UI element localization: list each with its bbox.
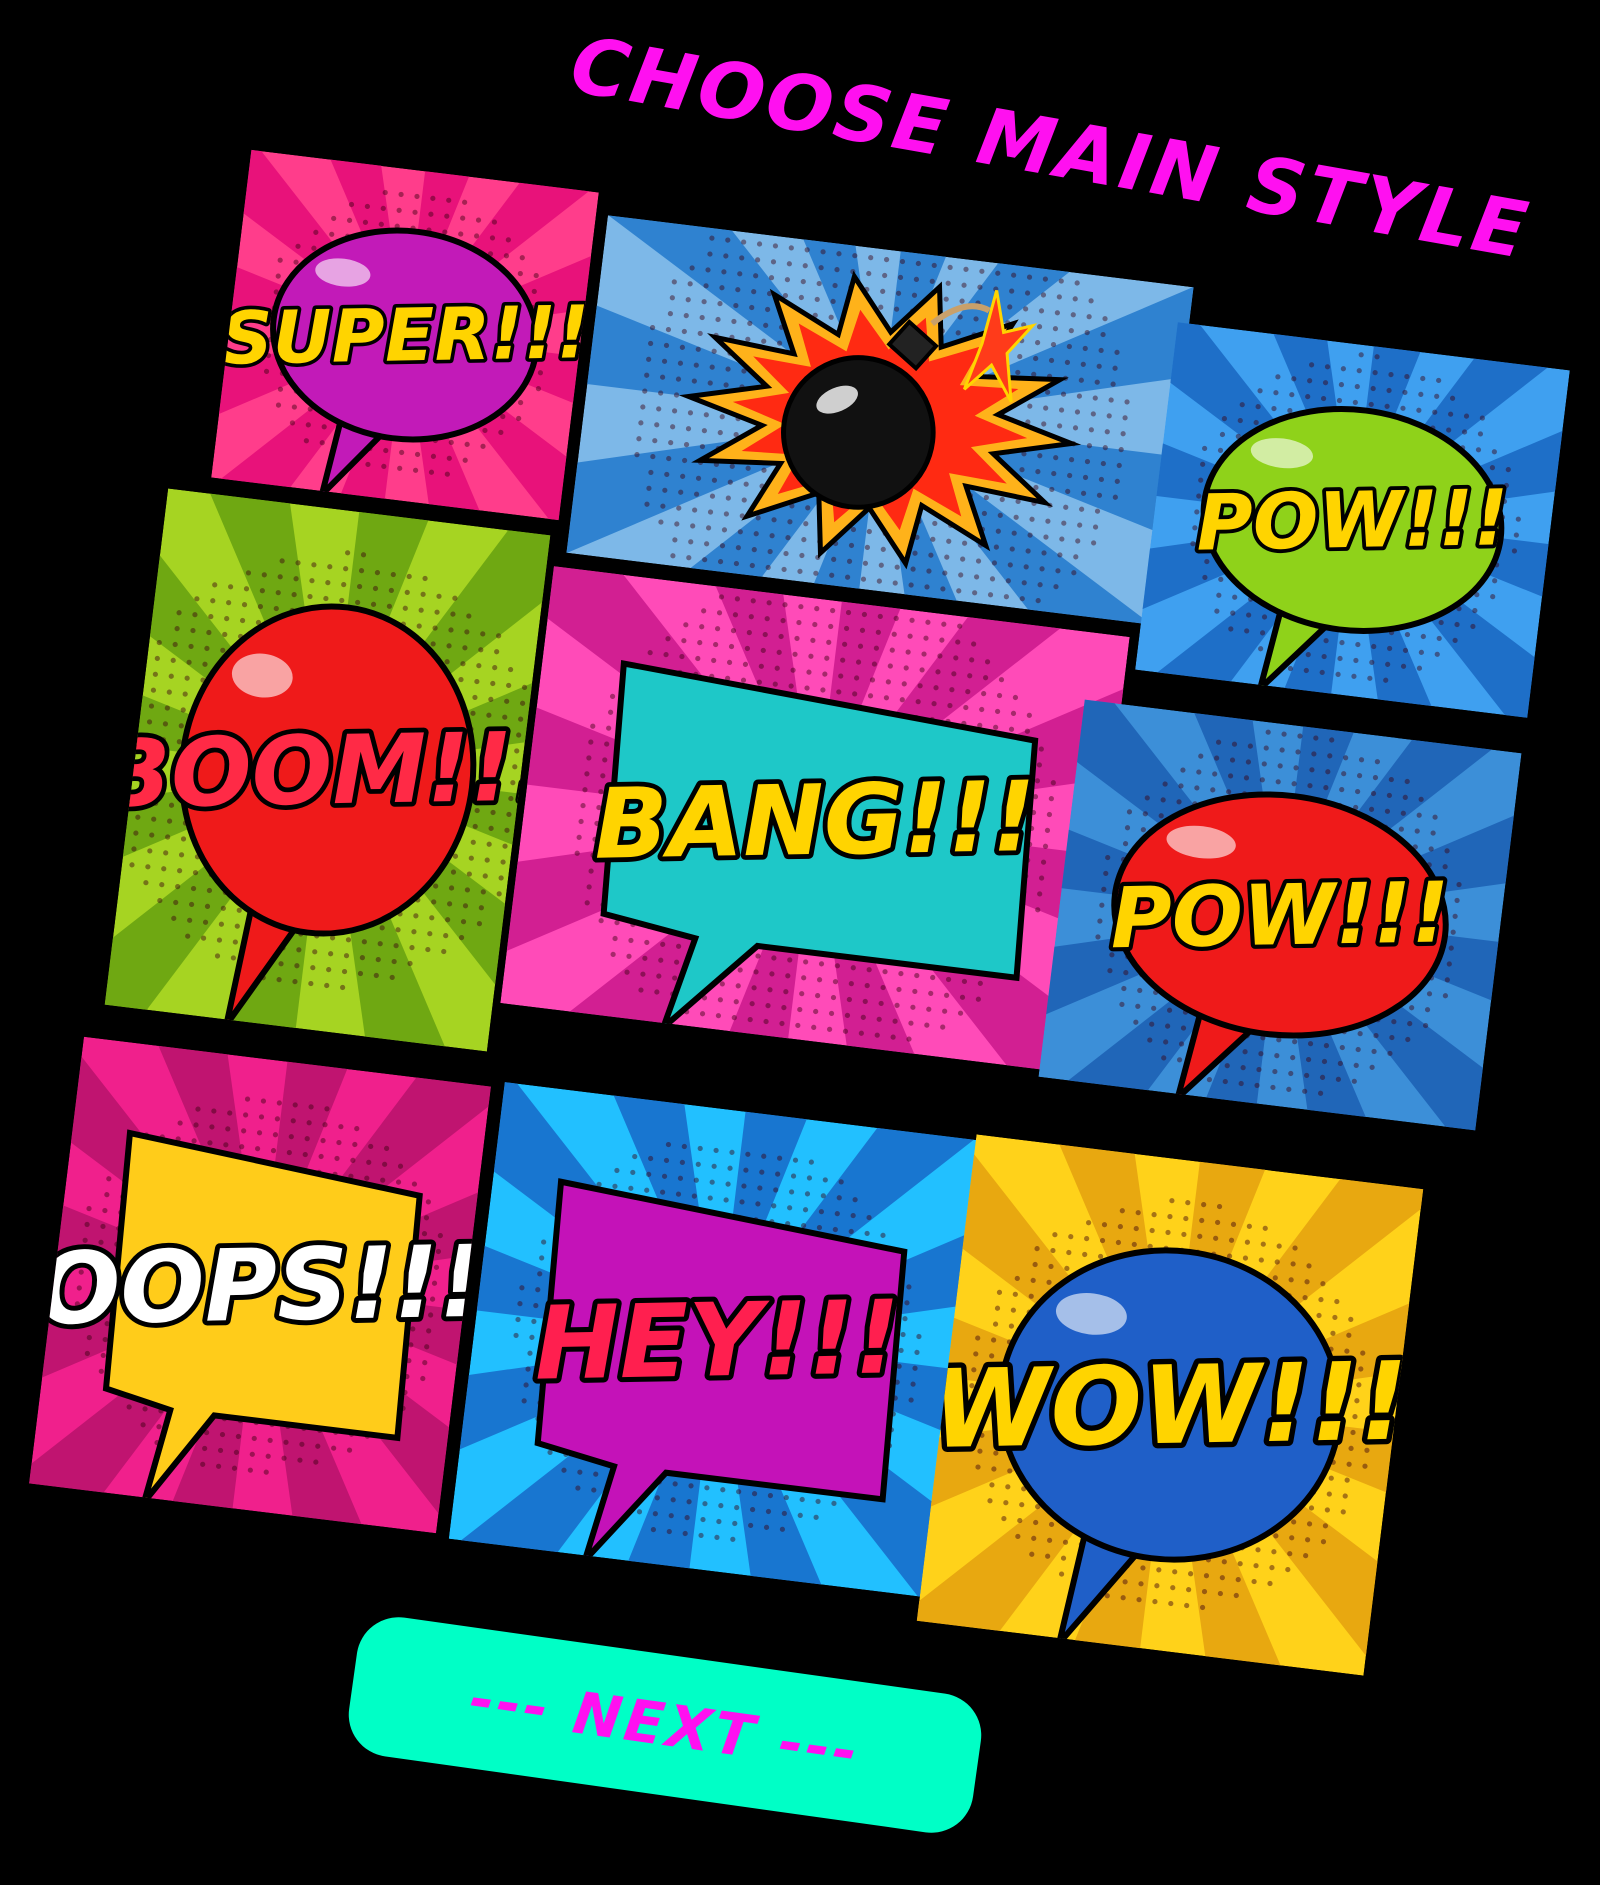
panel-art: SUPER!!! [211, 149, 599, 521]
panel-word: WOW!!! [930, 1340, 1409, 1473]
panel-art: POW!!! [1038, 699, 1522, 1131]
style-panel-super[interactable]: SUPER!!! [211, 149, 599, 521]
panel-art: BANG!!! [500, 566, 1130, 1074]
panel-word: BOOM!!! [105, 712, 551, 830]
panel-art [566, 215, 1194, 625]
style-panel-bomb[interactable] [566, 215, 1194, 625]
style-panel-pow-splash[interactable]: POW!!! [1135, 322, 1570, 718]
panel-art: BOOM!!! [104, 488, 551, 1052]
style-panel-wow[interactable]: WOW!!! [916, 1134, 1424, 1676]
style-panel-bang[interactable]: BANG!!! [500, 566, 1130, 1074]
panel-word: POW!!! [1196, 474, 1510, 568]
style-panel-pow-cloud[interactable]: POW!!! [1038, 699, 1522, 1131]
panel-art: POW!!! [1135, 322, 1570, 718]
panel-word: SUPER!!! [220, 291, 591, 381]
panel-word: OOPS!!! [35, 1225, 485, 1348]
next-button[interactable]: --- NEXT --- [343, 1611, 987, 1839]
style-panel-boom[interactable]: BOOM!!! [104, 488, 551, 1052]
panel-word: HEY!!! [534, 1278, 902, 1402]
panel-word: BANG!!! [593, 760, 1036, 881]
style-panel-oops[interactable]: OOPS!!! [29, 1036, 491, 1534]
panel-art: HEY!!! [448, 1082, 987, 1598]
next-button-label: --- NEXT --- [465, 1663, 865, 1787]
style-panel-hey[interactable]: HEY!!! [448, 1082, 987, 1598]
panel-art: OOPS!!! [29, 1036, 491, 1534]
panel-art: WOW!!! [916, 1134, 1424, 1676]
panel-word: POW!!! [1110, 863, 1451, 967]
